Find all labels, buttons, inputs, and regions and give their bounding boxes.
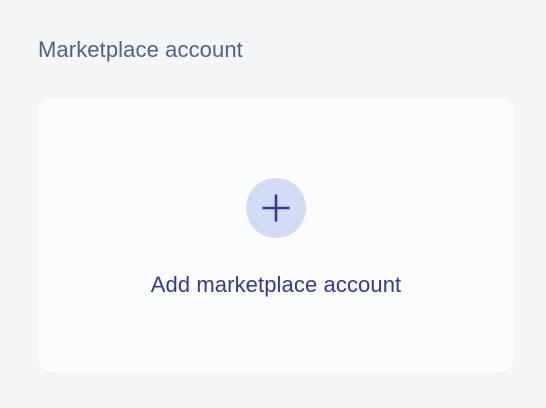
add-marketplace-account-label[interactable]: Add marketplace account	[38, 271, 514, 299]
section-title: Marketplace account	[38, 37, 243, 62]
add-marketplace-account-card[interactable]: Add marketplace account	[38, 98, 514, 372]
add-button-circle[interactable]	[246, 178, 306, 238]
plus-icon	[262, 194, 290, 222]
